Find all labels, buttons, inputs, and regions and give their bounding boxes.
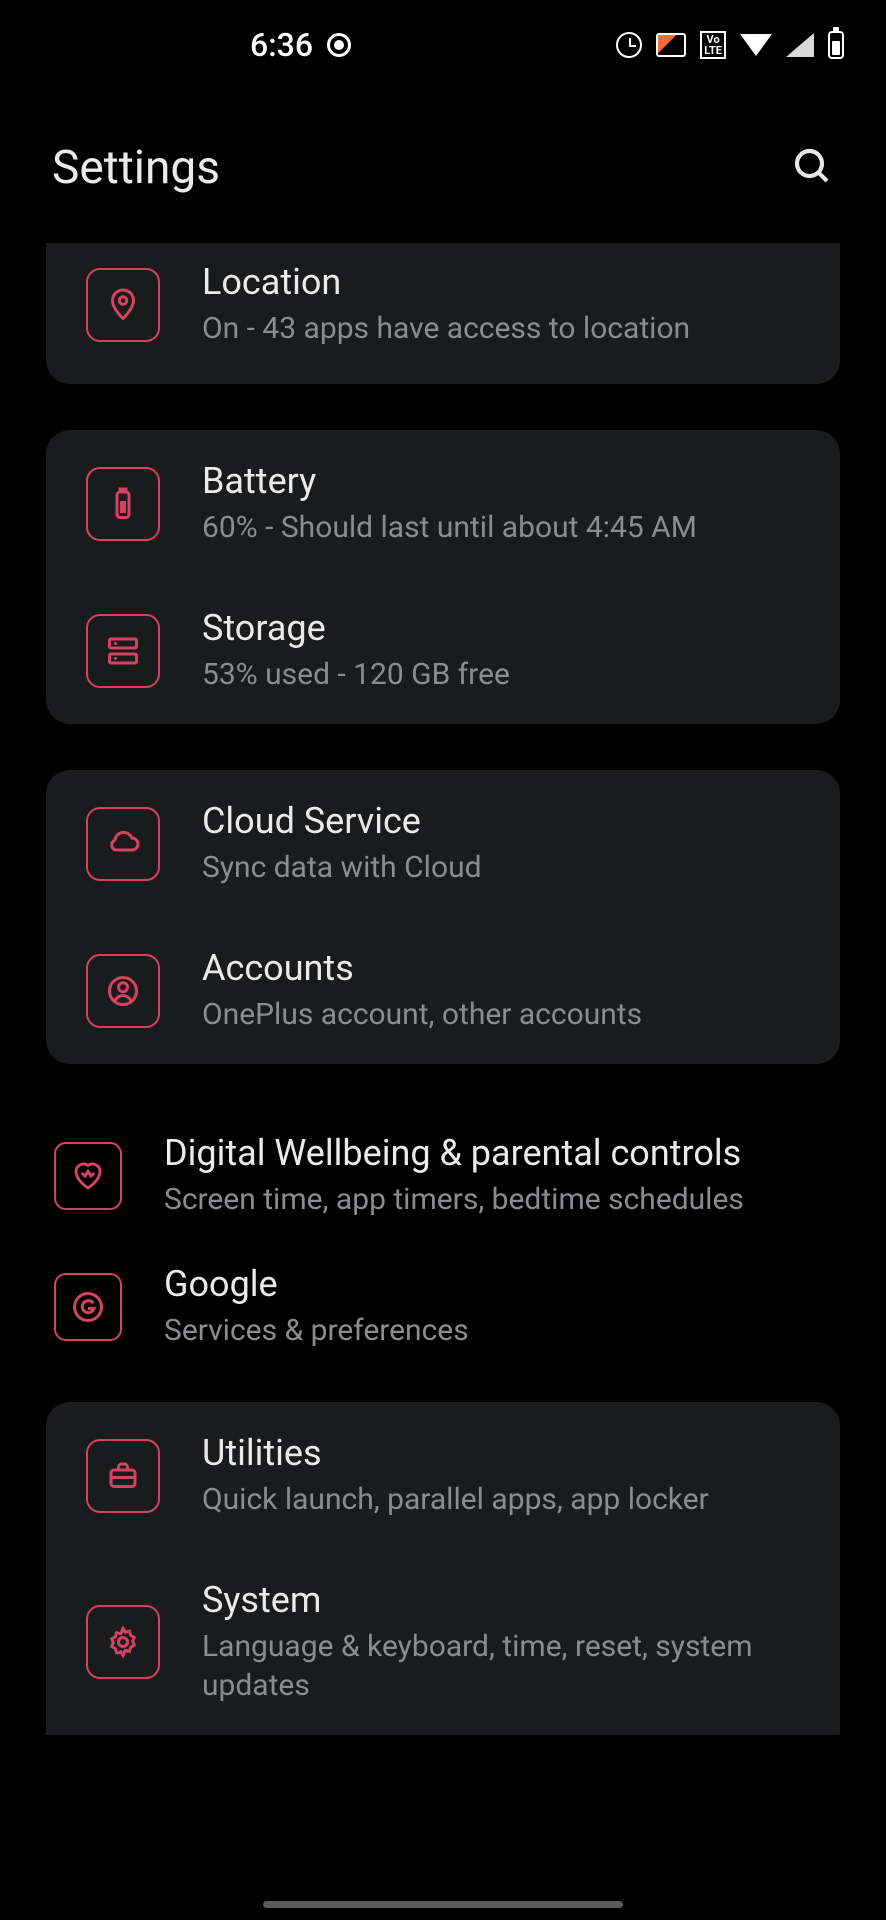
home-indicator[interactable]: [263, 1901, 623, 1908]
row-subtitle: 53% used - 120 GB free: [202, 655, 800, 694]
briefcase-icon: [105, 1458, 141, 1494]
alarm-icon: [616, 32, 642, 58]
accounts-icon-box: [86, 954, 160, 1028]
settings-card: Utilities Quick launch, parallel apps, a…: [46, 1402, 840, 1735]
pin-icon: [105, 287, 141, 323]
utilities-icon-box: [86, 1439, 160, 1513]
settings-row-cloud[interactable]: Cloud Service Sync data with Cloud: [46, 770, 840, 917]
row-subtitle: Services & preferences: [164, 1311, 832, 1350]
google-icon: [70, 1289, 106, 1325]
cast-icon: [656, 33, 686, 57]
settings-card: Battery 60% - Should last until about 4:…: [46, 430, 840, 724]
row-text: Battery 60% - Should last until about 4:…: [202, 460, 800, 547]
settings-row-accounts[interactable]: Accounts OnePlus account, other accounts: [46, 917, 840, 1064]
search-icon: [792, 146, 832, 186]
system-icon-box: [86, 1605, 160, 1679]
page-title: Settings: [52, 141, 220, 195]
row-text: Accounts OnePlus account, other accounts: [202, 947, 800, 1034]
recording-indicator-icon: [327, 33, 351, 57]
search-button[interactable]: [786, 140, 838, 195]
row-title: Battery: [202, 460, 800, 502]
row-subtitle: 60% - Should last until about 4:45 AM: [202, 508, 800, 547]
row-text: Storage 53% used - 120 GB free: [202, 607, 800, 694]
row-subtitle: Screen time, app timers, bedtime schedul…: [164, 1180, 832, 1219]
settings-section: Digital Wellbeing & parental controls Sc…: [46, 1110, 840, 1372]
settings-row-wellbeing[interactable]: Digital Wellbeing & parental controls Sc…: [46, 1110, 840, 1241]
row-subtitle: OnePlus account, other accounts: [202, 995, 800, 1034]
settings-row-storage[interactable]: Storage 53% used - 120 GB free: [46, 577, 840, 724]
row-title: Storage: [202, 607, 800, 649]
gear-icon: [105, 1624, 141, 1660]
row-text: Cloud Service Sync data with Cloud: [202, 800, 800, 887]
status-time: 6:36: [250, 26, 313, 64]
row-title: System: [202, 1579, 800, 1621]
signal-icon: [786, 33, 814, 57]
row-title: Accounts: [202, 947, 800, 989]
google-icon-box: [54, 1273, 122, 1341]
row-text: Digital Wellbeing & parental controls Sc…: [164, 1132, 832, 1219]
row-title: Google: [164, 1263, 832, 1305]
row-title: Location: [202, 261, 800, 303]
person-icon: [105, 973, 141, 1009]
storage-icon: [105, 633, 141, 669]
settings-row-google[interactable]: Google Services & preferences: [46, 1241, 840, 1372]
row-title: Digital Wellbeing & parental controls: [164, 1132, 832, 1174]
row-subtitle: Language & keyboard, time, reset, system…: [202, 1627, 800, 1705]
row-subtitle: On - 43 apps have access to location: [202, 309, 800, 348]
status-bar: 6:36 Vo LTE: [0, 0, 886, 90]
row-text: Google Services & preferences: [164, 1263, 832, 1350]
settings-row-battery[interactable]: Battery 60% - Should last until about 4:…: [46, 430, 840, 577]
battery-icon: [105, 486, 141, 522]
battery-icon-box: [86, 467, 160, 541]
location-icon-box: [86, 268, 160, 342]
cloud-icon-box: [86, 807, 160, 881]
cloud-icon: [105, 826, 141, 862]
storage-icon-box: [86, 614, 160, 688]
row-text: System Language & keyboard, time, reset,…: [202, 1579, 800, 1705]
settings-row-system[interactable]: System Language & keyboard, time, reset,…: [46, 1549, 840, 1735]
volte-icon: Vo LTE: [700, 31, 726, 59]
wellbeing-icon-box: [54, 1142, 122, 1210]
row-subtitle: Sync data with Cloud: [202, 848, 800, 887]
heart-icon: [70, 1158, 106, 1194]
settings-card: Location On - 43 apps have access to loc…: [46, 243, 840, 384]
row-title: Cloud Service: [202, 800, 800, 842]
settings-row-location[interactable]: Location On - 43 apps have access to loc…: [46, 243, 840, 384]
app-header: Settings: [0, 90, 886, 243]
row-text: Location On - 43 apps have access to loc…: [202, 261, 800, 348]
wifi-icon: [740, 34, 772, 56]
row-title: Utilities: [202, 1432, 800, 1474]
settings-card: Cloud Service Sync data with Cloud Accou…: [46, 770, 840, 1064]
row-text: Utilities Quick launch, parallel apps, a…: [202, 1432, 800, 1519]
settings-row-utilities[interactable]: Utilities Quick launch, parallel apps, a…: [46, 1402, 840, 1549]
row-subtitle: Quick launch, parallel apps, app locker: [202, 1480, 800, 1519]
battery-icon: [828, 31, 844, 59]
